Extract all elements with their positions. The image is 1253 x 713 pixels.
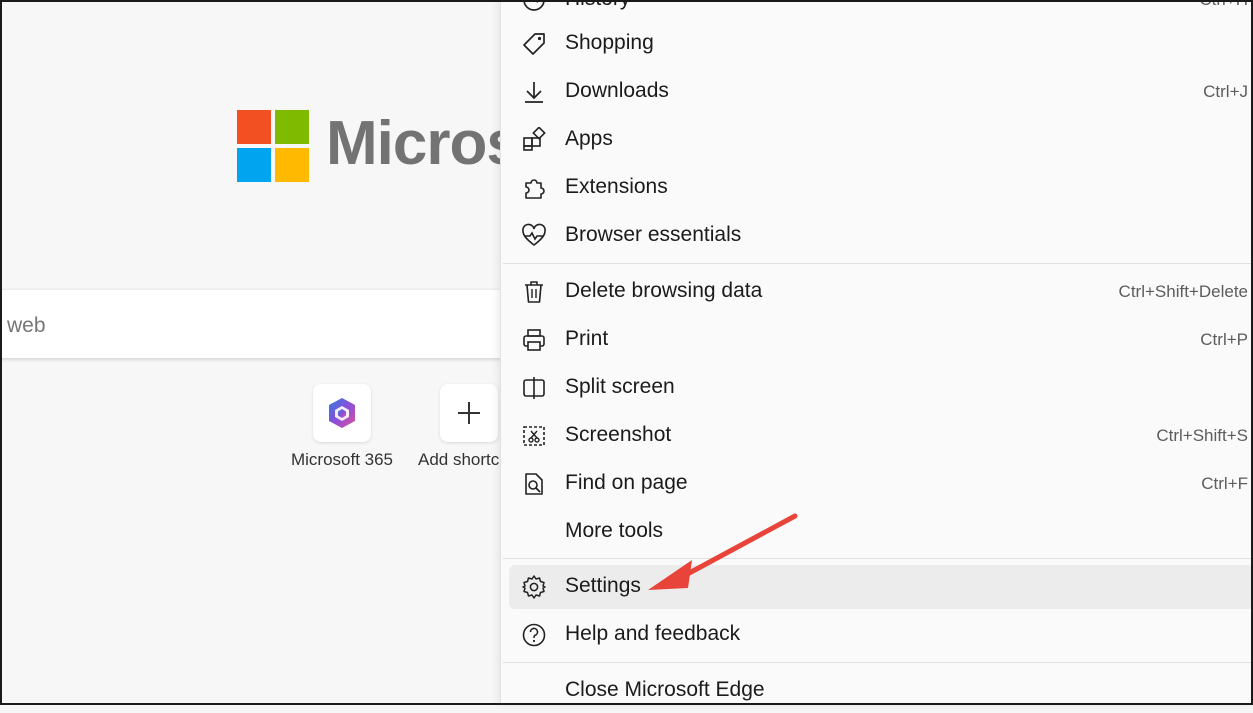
menu-item-shortcut: Ctrl+Shift+Delete [1118, 282, 1248, 301]
menu-item-delete-browsing-data[interactable]: Delete browsing data Ctrl+Shift+Delete [509, 270, 1253, 314]
menu-item-screenshot[interactable]: Screenshot Ctrl+Shift+S [509, 414, 1253, 458]
split-screen-icon [521, 375, 547, 401]
new-tab-page: Micros web Microsoft 365 [0, 0, 500, 705]
search-placeholder: web [7, 314, 46, 337]
menu-item-history[interactable]: History Ctrl+H [509, 0, 1253, 22]
menu-item-label: Close Microsoft Edge [565, 678, 765, 701]
menu-item-label: Settings [565, 574, 641, 597]
menu-item-extensions[interactable]: Extensions [509, 166, 1253, 210]
gear-icon [521, 574, 547, 600]
trash-icon [521, 279, 547, 305]
menu-item-label: Split screen [565, 375, 675, 398]
microsoft-logo [237, 110, 309, 182]
menu-item-find-on-page[interactable]: Find on page Ctrl+F [509, 462, 1253, 506]
menu-item-more-tools[interactable]: More tools [509, 510, 1253, 554]
menu-item-shortcut: Ctrl+H [1199, 0, 1248, 10]
menu-item-label: Delete browsing data [565, 279, 763, 302]
menu-item-shortcut: Ctrl+Shift+S [1156, 426, 1248, 445]
download-icon [521, 79, 547, 105]
puzzle-icon [521, 175, 547, 201]
tag-icon [521, 31, 547, 57]
menu-item-help-and-feedback[interactable]: Help and feedback [509, 613, 1253, 657]
menu-item-apps[interactable]: Apps [509, 118, 1253, 162]
apps-icon [521, 127, 547, 153]
menu-item-label: Print [565, 327, 609, 350]
web-search-box[interactable]: web [0, 290, 500, 358]
shortcut-label: Microsoft 365 [290, 450, 394, 469]
history-icon [521, 0, 547, 13]
menu-separator [503, 662, 1253, 663]
menu-item-downloads[interactable]: Downloads Ctrl+J [509, 70, 1253, 114]
menu-item-browser-essentials[interactable]: Browser essentials [509, 214, 1253, 258]
menu-item-label: History [565, 0, 630, 11]
menu-item-shortcut: Ctrl+F [1201, 474, 1248, 493]
menu-item-shopping[interactable]: Shopping [509, 22, 1253, 66]
menu-item-label: Extensions [565, 175, 668, 198]
annotation-arrow [648, 513, 798, 590]
menu-item-close-microsoft-edge[interactable]: Close Microsoft Edge [509, 669, 1253, 713]
microsoft-365-icon [313, 384, 371, 442]
microsoft-wordmark: Micros [326, 109, 500, 178]
shortcut-add[interactable]: Add shortc [414, 384, 500, 470]
menu-item-label: Find on page [565, 471, 688, 494]
shortcut-microsoft-365[interactable]: Microsoft 365 [287, 384, 397, 470]
menu-item-label: Downloads [565, 79, 669, 102]
menu-item-label: Screenshot [565, 423, 672, 446]
menu-item-label: Apps [565, 127, 613, 150]
heart-pulse-icon [521, 223, 547, 249]
shortcut-label: Add shortc [418, 450, 500, 469]
menu-item-split-screen[interactable]: Split screen [509, 366, 1253, 410]
menu-item-label: Browser essentials [565, 223, 742, 246]
menu-item-shortcut: Ctrl+P [1200, 330, 1248, 349]
screenshot-icon [521, 423, 547, 449]
menu-item-print[interactable]: Print Ctrl+P [509, 318, 1253, 362]
menu-item-settings[interactable]: Settings [509, 565, 1253, 609]
help-icon [521, 622, 547, 648]
printer-icon [521, 327, 547, 353]
menu-item-shortcut: Ctrl+J [1203, 82, 1248, 101]
plus-icon [440, 384, 498, 442]
menu-separator [503, 558, 1253, 559]
menu-item-label: Shopping [565, 31, 654, 54]
browser-settings-menu: History Ctrl+H Shopping Downloads Ctrl+J… [500, 0, 1253, 705]
menu-separator [503, 263, 1253, 264]
find-page-icon [521, 471, 547, 497]
menu-item-label: Help and feedback [565, 622, 741, 645]
